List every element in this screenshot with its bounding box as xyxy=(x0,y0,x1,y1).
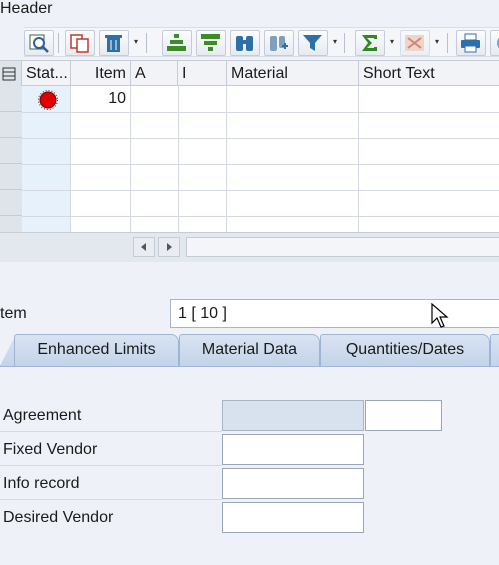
grid-header: Stat... Item A I Material Short Text xyxy=(0,61,499,86)
agreement-item-field[interactable] xyxy=(365,400,442,431)
sort-descending-button[interactable] xyxy=(196,30,226,56)
find-button[interactable] xyxy=(230,30,260,56)
sort-ascending-icon xyxy=(167,34,186,51)
status-red-icon xyxy=(38,90,58,110)
desired-vendor-label: Desired Vendor xyxy=(3,509,114,526)
details-button[interactable] xyxy=(24,30,54,56)
tab-enhanced-limits[interactable]: Enhanced Limits xyxy=(14,334,179,366)
grid-toolbar: ▾ ▾ ▾ ▾ xyxy=(24,27,499,57)
fixed-vendor-label: Fixed Vendor xyxy=(3,441,98,458)
filter-icon xyxy=(303,35,322,51)
header-section-label[interactable]: Header xyxy=(0,0,52,26)
mouse-cursor-icon xyxy=(431,303,449,328)
info-record-field[interactable] xyxy=(222,468,364,499)
agreement-label: Agreement xyxy=(3,407,82,424)
copy-button[interactable] xyxy=(65,30,95,56)
detail-tabstrip: Enhanced Limits Material Data Quantities… xyxy=(0,333,499,367)
agreement-field xyxy=(222,400,364,431)
cell-item[interactable]: 10 xyxy=(71,86,126,112)
fixed-vendor-field[interactable] xyxy=(222,434,364,465)
filter-button[interactable] xyxy=(298,30,328,56)
delete-button[interactable] xyxy=(99,30,129,56)
subtotal-dropdown-icon[interactable]: ▾ xyxy=(432,30,442,56)
col-header-status[interactable]: Stat... xyxy=(22,61,71,86)
delete-dropdown-icon[interactable]: ▾ xyxy=(131,30,141,56)
export-button[interactable] xyxy=(490,30,499,56)
row-selector[interactable] xyxy=(0,112,22,138)
row-selector-column xyxy=(0,86,22,232)
column-settings-icon[interactable] xyxy=(0,61,22,86)
print-button[interactable] xyxy=(456,30,486,56)
subtotal-icon xyxy=(405,35,424,51)
agreement-row: Agreement xyxy=(0,400,499,434)
print-icon xyxy=(461,33,480,53)
sum-dropdown-icon[interactable]: ▾ xyxy=(387,30,397,56)
delete-icon xyxy=(105,35,122,52)
col-header-i[interactable]: I xyxy=(178,61,227,86)
filter-dropdown-icon[interactable]: ▾ xyxy=(330,30,340,56)
tab-material-data[interactable]: Material Data xyxy=(179,334,320,366)
find-next-button[interactable] xyxy=(264,30,294,56)
row-selector[interactable] xyxy=(0,164,22,190)
sort-descending-icon xyxy=(201,34,220,51)
details-icon xyxy=(29,34,49,53)
find-icon xyxy=(236,36,253,51)
scroll-left-button[interactable] xyxy=(133,237,155,257)
info-record-row: Info record xyxy=(0,468,499,502)
find-next-icon xyxy=(270,36,288,51)
row-selector[interactable] xyxy=(0,138,22,164)
fixed-vendor-row: Fixed Vendor xyxy=(0,434,499,468)
sum-icon xyxy=(362,35,377,51)
scrollbar-track[interactable] xyxy=(186,237,499,257)
tab-content-panel: Agreement Fixed Vendor Info record Desir… xyxy=(0,368,499,565)
info-record-label: Info record xyxy=(3,475,80,492)
desired-vendor-field[interactable] xyxy=(222,502,364,533)
tab-quantities-dates[interactable]: Quantities/Dates xyxy=(320,334,490,366)
subtotal-button[interactable] xyxy=(400,30,430,56)
items-grid: Stat... Item A I Material Short Text 10 xyxy=(0,60,499,232)
col-header-item[interactable]: Item xyxy=(71,61,131,86)
row-selector[interactable] xyxy=(0,216,22,232)
arrow-left-icon xyxy=(141,243,146,251)
grid-horizontal-scrollbar[interactable] xyxy=(0,232,499,262)
copy-icon xyxy=(70,34,89,53)
sum-button[interactable] xyxy=(355,30,385,56)
row-selector[interactable] xyxy=(0,190,22,216)
scroll-right-button[interactable] xyxy=(158,237,180,257)
col-header-a[interactable]: A xyxy=(131,61,178,86)
tab-next-partial[interactable] xyxy=(490,334,499,366)
desired-vendor-row: Desired Vendor xyxy=(0,502,499,536)
col-header-short-text[interactable]: Short Text xyxy=(359,61,499,86)
item-selector-label: tem xyxy=(0,305,27,322)
col-header-material[interactable]: Material xyxy=(227,61,359,86)
sort-ascending-button[interactable] xyxy=(162,30,192,56)
row-selector[interactable] xyxy=(0,86,22,112)
export-icon xyxy=(497,37,499,49)
arrow-right-icon xyxy=(167,243,172,251)
